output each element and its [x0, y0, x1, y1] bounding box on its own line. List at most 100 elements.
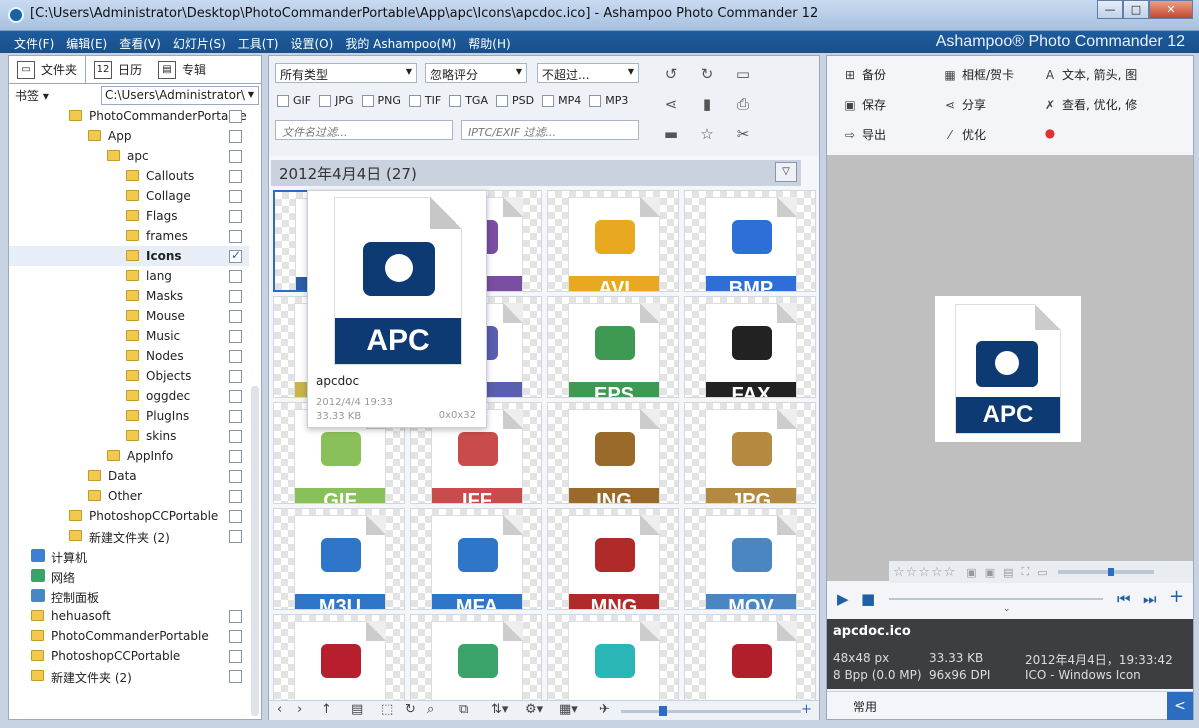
- pin-icon[interactable]: ✈: [599, 702, 610, 717]
- volume-slider[interactable]: [1057, 568, 1154, 576]
- copy-icon[interactable]: ⧉: [459, 702, 468, 717]
- folder-checkbox[interactable]: [229, 310, 242, 323]
- minimize-button[interactable]: —: [1097, 0, 1123, 19]
- sort-icon[interactable]: ⇅▾: [491, 702, 508, 717]
- tree-item[interactable]: AppInfo: [9, 446, 249, 466]
- tree-item[interactable]: 计算机: [9, 546, 249, 566]
- limit-filter[interactable]: 不超过...: [537, 63, 639, 83]
- tree-item[interactable]: 新建文件夹 (2): [9, 526, 249, 546]
- folder-checkbox[interactable]: [229, 190, 242, 203]
- action-wand[interactable]: ⁄ 优化: [943, 126, 986, 143]
- menu-item[interactable]: 设置(O): [291, 35, 334, 52]
- type-checkbox[interactable]: TGA: [449, 94, 488, 107]
- back-icon[interactable]: ‹: [277, 702, 282, 717]
- play-icon[interactable]: ▶: [837, 590, 849, 608]
- folder-checkbox[interactable]: [229, 270, 242, 283]
- type-checkbox[interactable]: GIF: [277, 94, 311, 107]
- folder-checkbox[interactable]: [229, 430, 242, 443]
- folder-checkbox[interactable]: [229, 650, 242, 663]
- folder-checkbox[interactable]: [229, 670, 242, 683]
- tree-item[interactable]: PhotoshopCCPortable: [9, 506, 249, 526]
- tree-item[interactable]: Icons: [9, 246, 249, 266]
- menu-item[interactable]: 工具(T): [238, 35, 279, 52]
- monitor-icon[interactable]: ▭: [1037, 566, 1047, 579]
- folder-checkbox[interactable]: [229, 450, 242, 463]
- thumbnail[interactable]: MFA: [410, 508, 542, 610]
- common-tools-bar[interactable]: 常用 <: [827, 691, 1193, 720]
- share-icon[interactable]: ⋖: [661, 94, 681, 114]
- action-save[interactable]: ▣ 保存: [843, 96, 886, 113]
- type-checkbox[interactable]: PNG: [361, 94, 401, 107]
- expand-arrow-icon[interactable]: <: [1167, 692, 1193, 720]
- maximize-button[interactable]: □: [1123, 0, 1149, 19]
- folder-checkbox[interactable]: [229, 530, 242, 543]
- photo-icon[interactable]: ▣: [985, 566, 995, 579]
- tree-item[interactable]: App: [9, 126, 249, 146]
- folder-checkbox[interactable]: [229, 410, 242, 423]
- previous-icon[interactable]: ⏮: [1117, 590, 1131, 608]
- select-icon[interactable]: ⬚: [381, 702, 393, 717]
- type-checkbox[interactable]: PSD: [495, 94, 534, 107]
- folder-checkbox[interactable]: [229, 248, 242, 263]
- folder-checkbox[interactable]: [229, 330, 242, 343]
- settings-icon[interactable]: ⚙▾: [525, 702, 543, 717]
- action-share[interactable]: ⋖ 分享: [943, 96, 986, 113]
- bookmarks-dropdown[interactable]: 书签 ▾: [15, 87, 101, 104]
- close-button[interactable]: ✕: [1149, 0, 1193, 19]
- folder-checkbox[interactable]: [229, 110, 242, 123]
- menu-item[interactable]: 我的 Ashampoo(M): [345, 35, 456, 52]
- folder-checkbox[interactable]: [229, 150, 242, 163]
- thumbnail[interactable]: EPS: [547, 296, 679, 398]
- box-icon[interactable]: ▬: [661, 124, 681, 144]
- tree-item[interactable]: skins: [9, 426, 249, 446]
- tree-item[interactable]: 新建文件夹 (2): [9, 666, 249, 686]
- tree-item[interactable]: Callouts: [9, 166, 249, 186]
- tree-item[interactable]: Data: [9, 466, 249, 486]
- seek-slider[interactable]: [889, 598, 1103, 600]
- menu-item[interactable]: 帮助(H): [468, 35, 510, 52]
- action-backup[interactable]: ⊞ 备份: [843, 66, 886, 83]
- image-icon[interactable]: ▣: [966, 566, 976, 579]
- filename-filter-input[interactable]: 文件名过滤...: [275, 120, 453, 140]
- gallery-icon[interactable]: ▤: [1003, 566, 1013, 579]
- tree-item[interactable]: hehuasoft: [9, 606, 249, 626]
- tree-item[interactable]: PhotoshopCCPortable: [9, 646, 249, 666]
- fit-icon[interactable]: ⛶: [1022, 565, 1030, 579]
- tree-item[interactable]: PhotoCommanderPortable: [9, 106, 249, 126]
- tab-calendar[interactable]: 12 日历: [86, 56, 150, 83]
- folder-checkbox[interactable]: [229, 230, 242, 243]
- cut-icon[interactable]: ✂: [733, 124, 753, 144]
- action-frame[interactable]: ▦ 相框/贺卡: [943, 66, 1014, 83]
- view-icon[interactable]: ▤: [351, 702, 363, 717]
- tree-item[interactable]: PhotoCommanderPortable: [9, 626, 249, 646]
- refresh-icon[interactable]: ↻: [405, 702, 416, 717]
- folder-checkbox[interactable]: [229, 290, 242, 303]
- tree-item[interactable]: Collage: [9, 186, 249, 206]
- action-color[interactable]: ●: [1043, 126, 1062, 140]
- rotate-right-icon[interactable]: ↻: [697, 64, 717, 84]
- tree-item[interactable]: 网络: [9, 566, 249, 586]
- tree-item[interactable]: Flags: [9, 206, 249, 226]
- type-checkbox[interactable]: TIF: [408, 94, 441, 107]
- tree-item[interactable]: PlugIns: [9, 406, 249, 426]
- thumbnail[interactable]: AVI: [547, 190, 679, 292]
- tree-item[interactable]: apc: [9, 146, 249, 166]
- print-icon[interactable]: ⎙: [733, 94, 753, 114]
- add-icon[interactable]: +: [1169, 586, 1184, 607]
- tree-item[interactable]: lang: [9, 266, 249, 286]
- action-export[interactable]: ⇨ 导出: [843, 126, 886, 143]
- folder-checkbox[interactable]: [229, 210, 242, 223]
- tree-item[interactable]: frames: [9, 226, 249, 246]
- folder-checkbox[interactable]: [229, 510, 242, 523]
- thumbnail[interactable]: ING: [547, 402, 679, 504]
- folder-checkbox[interactable]: [229, 470, 242, 483]
- search-icon[interactable]: ⌕: [427, 702, 434, 717]
- rotate-left-icon[interactable]: ↺: [661, 64, 681, 84]
- action-tools[interactable]: ✗ 查看, 优化, 修: [1043, 96, 1137, 113]
- star-icon[interactable]: ☆: [697, 124, 717, 144]
- tab-folders[interactable]: ▭ 文件夹: [9, 56, 87, 83]
- tree-item[interactable]: Other: [9, 486, 249, 506]
- star-rating[interactable]: ☆☆☆☆☆: [893, 565, 956, 580]
- thumbnail[interactable]: FAX: [684, 296, 816, 398]
- folder-checkbox[interactable]: [229, 630, 242, 643]
